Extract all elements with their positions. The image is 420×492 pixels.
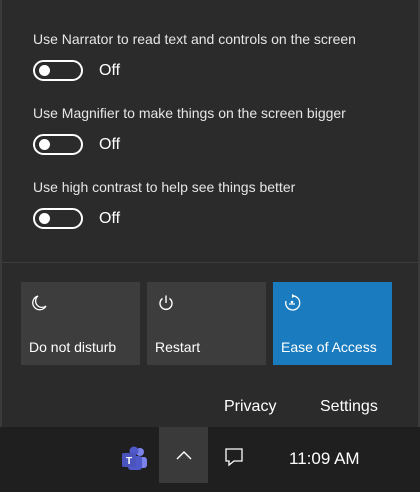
high-contrast-option: Use high contrast to help see things bet… (33, 179, 296, 229)
magnifier-option: Use Magnifier to make things on the scre… (33, 105, 346, 155)
notification-icon (225, 448, 243, 467)
teams-icon: T (122, 446, 147, 470)
toggle-knob (39, 213, 50, 224)
separator (2, 262, 418, 263)
clock[interactable]: 11:09 AM (289, 449, 360, 469)
high-contrast-state: Off (99, 209, 121, 227)
narrator-toggle-row: Off (33, 60, 120, 81)
privacy-link[interactable]: Privacy (224, 398, 276, 416)
high-contrast-toggle-row: Off (33, 208, 120, 229)
high-contrast-toggle[interactable] (33, 208, 83, 229)
footer-links: Privacy Settings (2, 398, 418, 418)
power-icon (159, 295, 173, 310)
magnifier-toggle[interactable] (33, 134, 83, 155)
show-hidden-icons-button[interactable] (159, 427, 208, 483)
toggle-knob (39, 139, 50, 150)
ease-of-access-label: Ease of Access (281, 339, 377, 355)
restart-tile[interactable]: Restart (147, 282, 266, 365)
narrator-label: Use Narrator to read text and controls o… (33, 31, 356, 47)
narrator-toggle[interactable] (33, 60, 83, 81)
notification-button[interactable] (219, 442, 249, 472)
chevron-up-icon (176, 451, 191, 460)
magnifier-toggle-row: Off (33, 134, 120, 155)
settings-link[interactable]: Settings (320, 398, 378, 416)
svg-text:T: T (126, 456, 132, 467)
ease-of-access-icon (285, 294, 301, 311)
do-not-disturb-label: Do not disturb (29, 339, 117, 355)
ease-of-access-tile[interactable]: Ease of Access (273, 282, 392, 365)
do-not-disturb-tile[interactable]: Do not disturb (21, 282, 140, 365)
magnifier-label: Use Magnifier to make things on the scre… (33, 105, 346, 121)
magnifier-state: Off (99, 135, 121, 153)
taskbar: T 11:09 AM (0, 427, 420, 492)
toggle-knob (39, 65, 50, 76)
narrator-option: Use Narrator to read text and controls o… (33, 31, 356, 81)
quick-settings-panel: Use Narrator to read text and controls o… (0, 0, 420, 427)
teams-button[interactable]: T (116, 442, 152, 476)
high-contrast-label: Use high contrast to help see things bet… (33, 179, 296, 195)
moon-icon (32, 295, 47, 311)
restart-label: Restart (155, 339, 201, 355)
narrator-state: Off (99, 61, 121, 79)
